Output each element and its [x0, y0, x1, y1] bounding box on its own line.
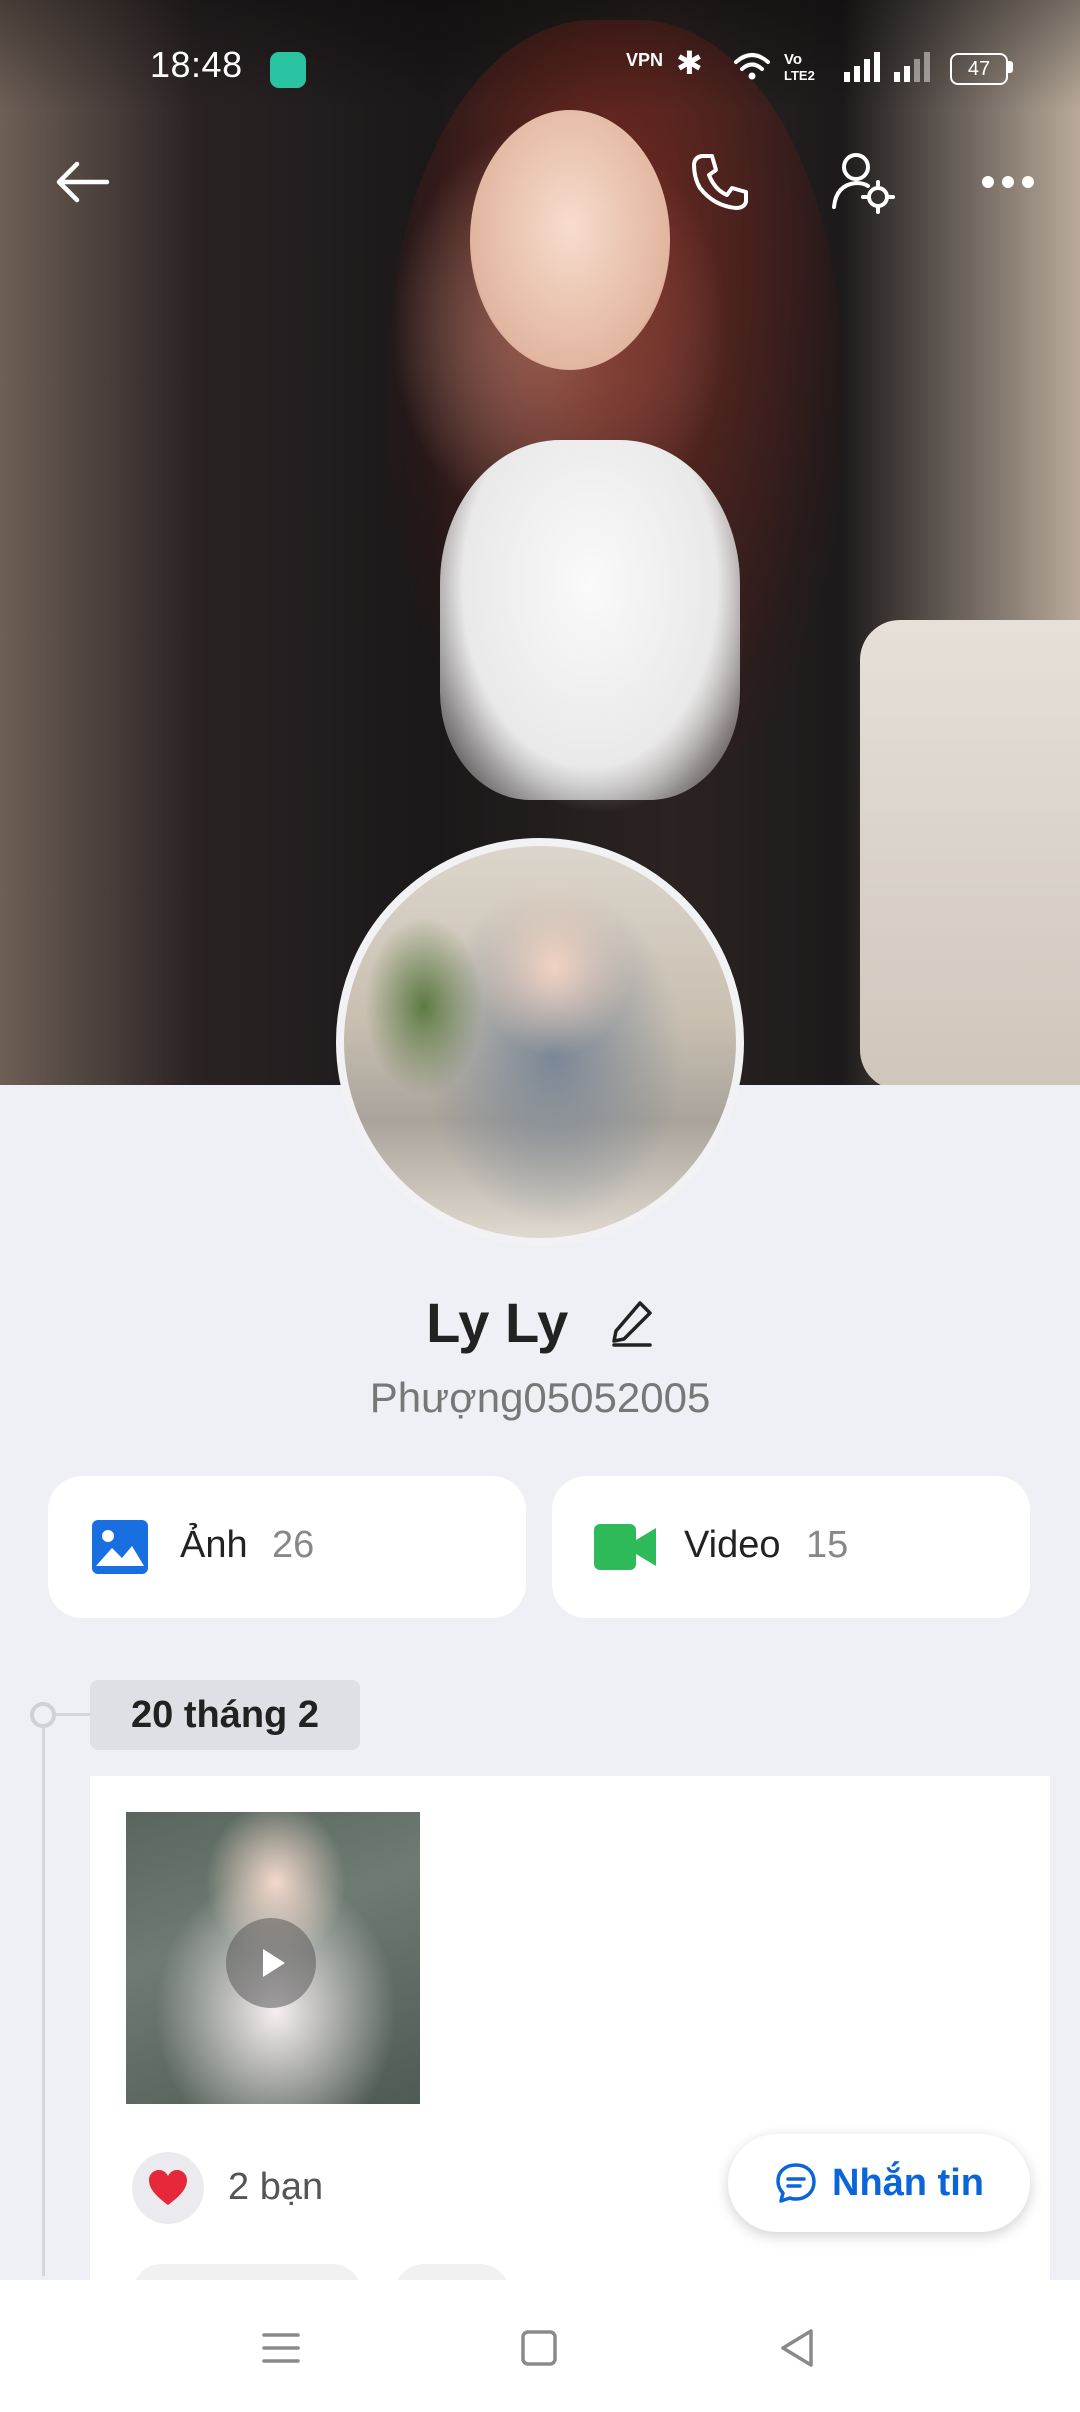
profile-settings-button[interactable] — [823, 142, 903, 222]
chat-icon — [776, 2163, 816, 2203]
edit-icon — [612, 1300, 652, 1347]
edit-name-button[interactable] — [610, 1295, 654, 1360]
username: Phượng05052005 — [369, 1374, 711, 1421]
videos-card[interactable]: Video 15 — [552, 1476, 1030, 1618]
display-name: Ly Ly — [0, 1290, 1080, 1360]
photos-card[interactable]: Ảnh 26 — [48, 1476, 526, 1618]
volte-indicator: Vo — [784, 51, 802, 68]
photos-count: 26 — [272, 1524, 315, 1566]
more-icon — [982, 176, 1034, 188]
timeline-line — [42, 1716, 45, 2276]
avatar[interactable] — [336, 838, 744, 1246]
image-icon — [92, 1520, 148, 1574]
recent-apps-button[interactable] — [251, 2320, 311, 2376]
notification-app-icon — [270, 52, 306, 88]
back-arrow-icon — [56, 161, 110, 203]
call-button[interactable] — [680, 142, 760, 222]
more-options-button[interactable] — [968, 142, 1048, 222]
timeline-connector — [50, 1713, 90, 1716]
system-back-button[interactable] — [767, 2320, 827, 2376]
message-button-label: Nhắn tin — [832, 2161, 984, 2204]
status-time: 18:48 — [150, 44, 243, 85]
square-home-icon — [521, 2330, 557, 2366]
display-name-text: Ly Ly — [426, 1291, 569, 1354]
phone-icon — [692, 154, 748, 210]
wifi-icon — [734, 53, 770, 71]
photos-label: Ảnh — [180, 1524, 248, 1566]
battery-indicator: 47 — [950, 53, 1008, 85]
status-bar: 18:48 VPN ✱ Vo LTE2 47 — [0, 0, 1080, 110]
timeline-dot — [30, 1702, 56, 1728]
reaction-count[interactable]: 2 bạn — [228, 2166, 323, 2209]
home-button[interactable] — [509, 2320, 569, 2376]
videos-label: Video — [684, 1524, 781, 1566]
svg-text:LTE2: LTE2 — [784, 68, 815, 83]
bluetooth-icon: ✱ — [676, 45, 703, 81]
vpn-indicator: VPN — [626, 50, 664, 70]
signal-strength-1-icon — [844, 52, 880, 82]
reaction-button[interactable] — [132, 2152, 204, 2224]
play-icon — [263, 1949, 285, 1977]
signal-icons: Vo LTE2 — [734, 51, 930, 83]
menu-icon — [262, 2333, 300, 2363]
video-camera-icon — [594, 1524, 656, 1570]
timeline-date: 20 tháng 2 — [90, 1680, 360, 1750]
message-button[interactable]: Nhắn tin — [728, 2134, 1030, 2232]
videos-count: 15 — [806, 1524, 849, 1566]
back-button[interactable] — [42, 142, 122, 222]
heart-icon — [149, 2170, 187, 2205]
triangle-back-icon — [781, 2329, 813, 2367]
signal-strength-2-icon — [894, 52, 930, 82]
user-settings-icon — [832, 153, 895, 214]
play-button[interactable] — [226, 1918, 316, 2008]
